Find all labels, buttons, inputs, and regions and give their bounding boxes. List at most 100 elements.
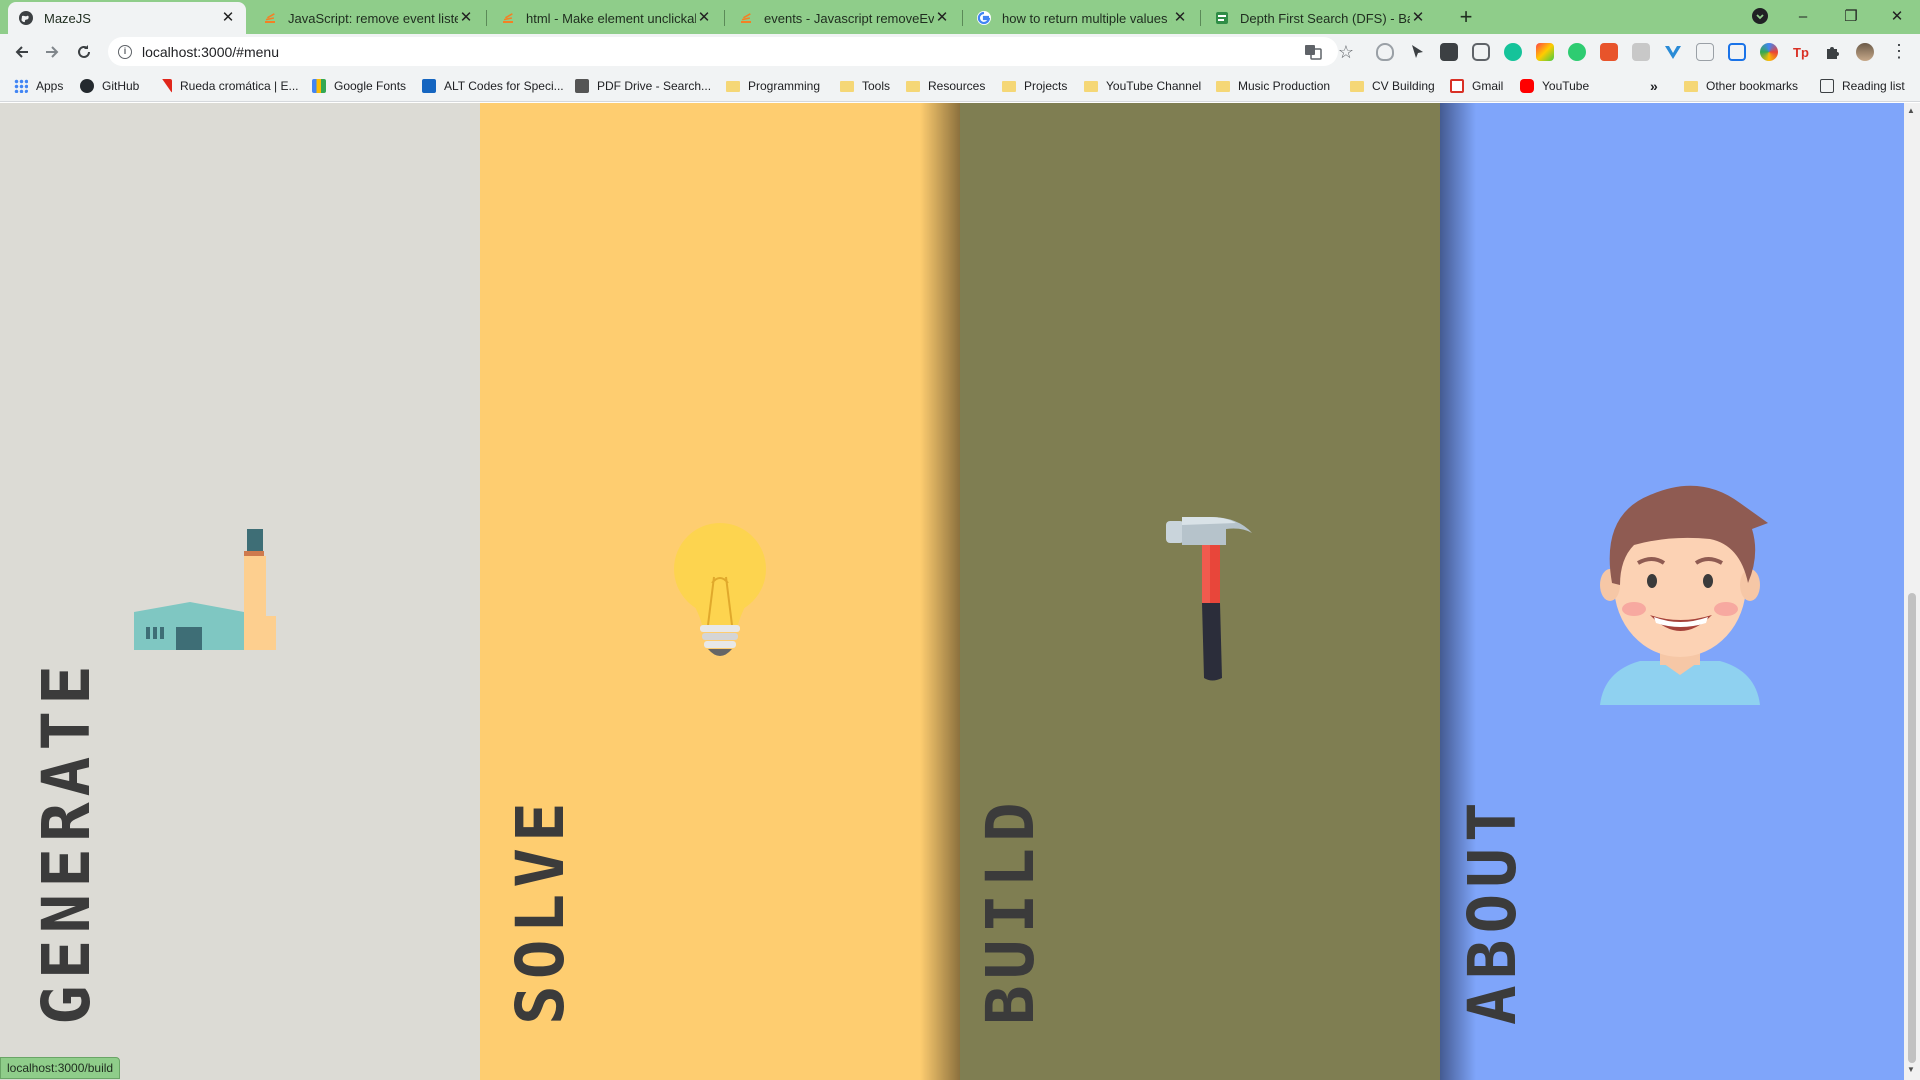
bookmark-google-fonts[interactable]: Google Fonts <box>312 70 406 102</box>
folder-icon <box>840 80 854 92</box>
forward-button[interactable] <box>38 38 66 66</box>
bookmark-label: Programming <box>748 79 821 93</box>
bookmark-label: Reading list <box>1842 79 1905 93</box>
stackoverflow-icon <box>500 10 516 26</box>
tab-make-element-unclickable[interactable]: html - Make element unclickable ✕ <box>490 2 722 34</box>
about-panel[interactable]: ABOUT <box>1440 103 1904 1080</box>
bookmark-label: Google Fonts <box>334 79 407 93</box>
site-icon <box>1214 10 1230 26</box>
youtube-icon <box>1520 79 1534 93</box>
tab-strip: MazeJS ✕ JavaScript: remove event listen… <box>0 0 1920 34</box>
tab-title: events - Javascript removeEventListener <box>764 10 934 26</box>
bookmark-label: Tools <box>862 79 891 93</box>
tab-return-multiple-values[interactable]: how to return multiple values in ✕ <box>966 2 1198 34</box>
bookmark-label: ALT Codes for Speci... <box>444 79 564 93</box>
about-label: ABOUT <box>1454 796 1531 1025</box>
extension-dark-icon[interactable] <box>1440 43 1458 61</box>
bookmark-folder-projects[interactable]: Projects <box>1002 70 1067 102</box>
folder-icon <box>1084 80 1098 92</box>
folder-icon <box>726 80 740 92</box>
stackoverflow-icon <box>738 10 754 26</box>
gray-extension-icon[interactable] <box>1632 43 1650 61</box>
tab-remove-event-listener[interactable]: JavaScript: remove event listener ✕ <box>252 2 484 34</box>
solve-panel[interactable]: SOLVE <box>480 103 960 1080</box>
document-extension-icon[interactable] <box>1696 43 1714 61</box>
bookmark-label: Apps <box>36 79 64 93</box>
green-extension-icon[interactable] <box>1568 43 1586 61</box>
close-tab-icon[interactable]: ✕ <box>220 10 236 26</box>
more-menu-icon[interactable]: ⋮ <box>1890 42 1908 62</box>
bookmark-label: Other bookmarks <box>1706 79 1799 93</box>
bookmark-folder-programming[interactable]: Programming <box>726 70 820 102</box>
bookmarks-bar: Apps GitHub Rueda cromática | E... Googl… <box>0 70 1920 102</box>
close-tab-icon[interactable]: ✕ <box>1410 10 1426 26</box>
puzzle-extensions-icon[interactable] <box>1824 43 1842 61</box>
bookmark-folder-cv-building[interactable]: CV Building <box>1350 70 1435 102</box>
bookmark-youtube[interactable]: YouTube <box>1520 70 1589 102</box>
bookmark-github[interactable]: GitHub <box>80 70 139 102</box>
new-tab-button[interactable]: + <box>1452 4 1480 32</box>
site-info-icon[interactable]: i <box>118 44 132 59</box>
bookmark-label: YouTube Channel <box>1106 79 1202 93</box>
pocket-icon[interactable] <box>1472 43 1490 61</box>
minimize-button[interactable]: – <box>1780 0 1826 32</box>
close-tab-icon[interactable]: ✕ <box>696 10 712 26</box>
tab-search-icon[interactable] <box>1752 8 1768 24</box>
reload-button[interactable] <box>70 38 98 66</box>
bookmark-rueda-cromatica[interactable]: Rueda cromática | E... <box>158 70 299 102</box>
close-tab-icon[interactable]: ✕ <box>934 10 950 26</box>
tab-title: Depth First Search (DFS) - Backtracking <box>1240 10 1410 26</box>
bookmarks-overflow-button[interactable]: » <box>1650 70 1658 102</box>
scroll-up-arrow-icon[interactable]: ▲ <box>1907 106 1915 115</box>
shield-icon[interactable] <box>1376 43 1394 61</box>
colorful-extension-icon[interactable] <box>1536 43 1554 61</box>
bookmark-label: Resources <box>928 79 986 93</box>
generate-panel[interactable]: GENERATE <box>0 103 480 1080</box>
grammarly-icon[interactable] <box>1504 43 1522 61</box>
bookmark-star-icon[interactable]: ☆ <box>1336 42 1356 62</box>
github-icon <box>80 79 94 93</box>
bookmark-label: Gmail <box>1472 79 1504 93</box>
bookmark-gmail[interactable]: Gmail <box>1450 70 1503 102</box>
bookmark-label: Music Production <box>1238 79 1331 93</box>
close-tab-icon[interactable]: ✕ <box>1172 10 1188 26</box>
reading-list-icon <box>1820 79 1834 93</box>
bookmark-pdf-drive[interactable]: PDF Drive - Search... <box>575 70 711 102</box>
close-window-button[interactable]: ✕ <box>1874 0 1920 32</box>
bookmark-label: PDF Drive - Search... <box>597 79 712 93</box>
bookmark-folder-youtube-channel[interactable]: YouTube Channel <box>1084 70 1201 102</box>
vue-devtools-icon[interactable] <box>1664 43 1682 61</box>
bookmark-apps[interactable]: Apps <box>14 70 63 102</box>
build-panel[interactable]: BUILD <box>960 103 1440 1080</box>
restore-button[interactable]: ❐ <box>1828 0 1874 32</box>
profile-avatar[interactable] <box>1856 43 1874 61</box>
folder-icon <box>1684 80 1698 92</box>
translate-icon[interactable] <box>1304 43 1322 61</box>
scroll-down-arrow-icon[interactable]: ▼ <box>1907 1065 1915 1074</box>
bookmark-alt-codes[interactable]: ALT Codes for Speci... <box>422 70 564 102</box>
back-button[interactable] <box>8 38 36 66</box>
tab-mazejs[interactable]: MazeJS ✕ <box>8 2 246 34</box>
tab-title: MazeJS <box>44 10 91 26</box>
generate-label: GENERATE <box>28 659 105 1025</box>
percent-extension-icon[interactable] <box>1600 43 1618 61</box>
other-bookmarks[interactable]: Other bookmarks <box>1684 70 1798 102</box>
tab-depth-first-search[interactable]: Depth First Search (DFS) - Backtracking … <box>1204 2 1436 34</box>
cursor-extension-icon[interactable] <box>1408 43 1426 61</box>
color-picker-icon[interactable] <box>1760 43 1778 61</box>
tab-removeeventlistener[interactable]: events - Javascript removeEventListener … <box>728 2 960 34</box>
screenshot-extension-icon[interactable] <box>1728 43 1746 61</box>
tab-title: html - Make element unclickable <box>526 10 696 26</box>
bookmark-folder-resources[interactable]: Resources <box>906 70 985 102</box>
url-text[interactable]: localhost:3000/#menu <box>142 44 279 60</box>
address-bar[interactable]: i localhost:3000/#menu <box>108 37 1338 66</box>
bookmark-folder-music-production[interactable]: Music Production <box>1216 70 1330 102</box>
page-scrollbar[interactable]: ▲ ▼ <box>1904 103 1920 1080</box>
bookmark-folder-tools[interactable]: Tools <box>840 70 890 102</box>
menu-page: GENERATE SOLVE BUILD ABOUT <box>0 103 1904 1080</box>
tp-extension-icon[interactable]: Tp <box>1792 43 1810 61</box>
reading-list[interactable]: Reading list <box>1820 70 1905 102</box>
google-fonts-icon <box>312 79 326 93</box>
scrollbar-thumb[interactable] <box>1908 593 1916 1063</box>
close-tab-icon[interactable]: ✕ <box>458 10 474 26</box>
